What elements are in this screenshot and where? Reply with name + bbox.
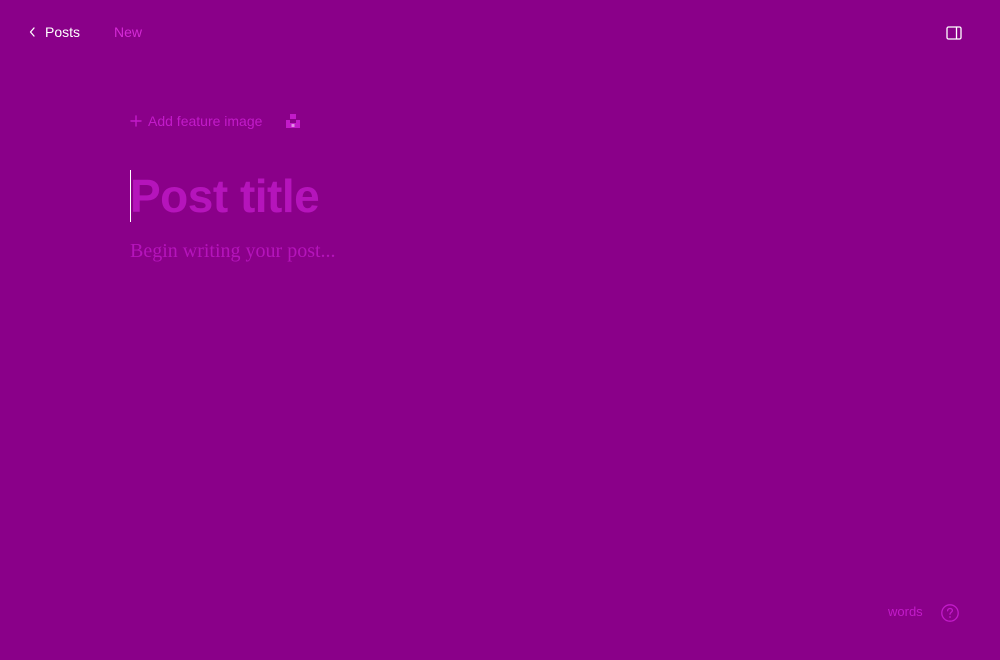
word-count: words xyxy=(888,604,923,619)
post-editor: Posts New Add feature image Post title B… xyxy=(0,0,1000,660)
plus-icon xyxy=(130,115,142,127)
sidebar-toggle-button[interactable] xyxy=(946,25,962,41)
editor-header: Posts New xyxy=(0,0,1000,64)
add-feature-image-label: Add feature image xyxy=(148,113,263,129)
unsplash-icon xyxy=(286,114,301,128)
unsplash-button[interactable] xyxy=(284,112,302,130)
add-feature-image-button[interactable]: Add feature image xyxy=(130,113,262,129)
back-to-posts-link[interactable]: Posts xyxy=(28,22,80,42)
back-link-label: Posts xyxy=(45,24,81,40)
help-button[interactable] xyxy=(940,603,960,623)
feature-image-row: Add feature image xyxy=(130,110,302,132)
post-body-editor[interactable]: Begin writing your post... xyxy=(130,240,336,263)
help-circle-icon xyxy=(941,604,959,622)
post-title-placeholder: Post title xyxy=(130,170,320,222)
chevron-left-icon xyxy=(28,22,37,42)
sidebar-toggle-icon xyxy=(946,26,962,40)
post-status-label: New xyxy=(114,24,143,40)
post-title-field[interactable]: Post title xyxy=(128,168,320,224)
